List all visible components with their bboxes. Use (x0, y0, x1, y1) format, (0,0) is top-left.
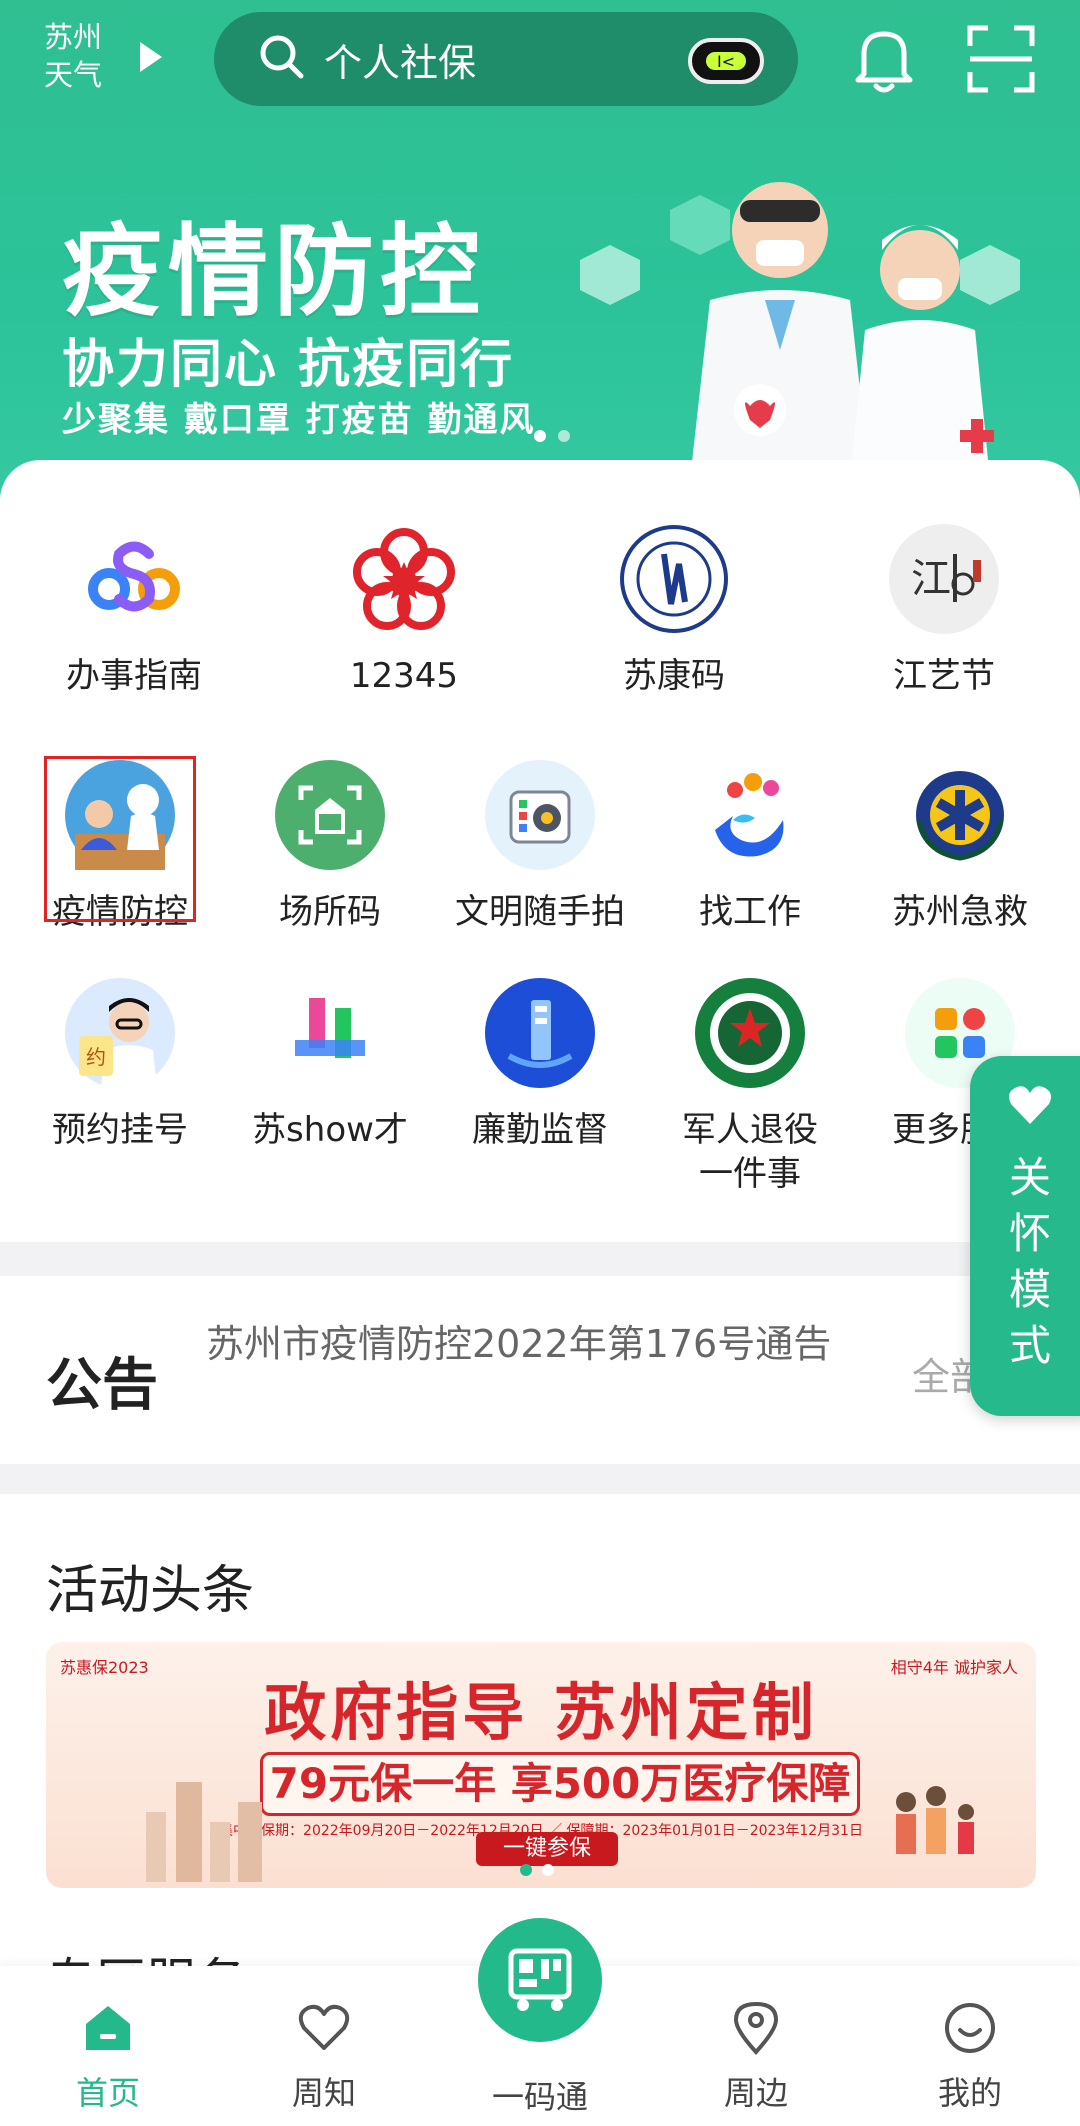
service-appointment[interactable]: 约 预约挂号 (20, 978, 220, 1152)
scan-icon[interactable] (966, 24, 1036, 98)
service-label: 苏州急救 (892, 892, 1028, 932)
tab-home[interactable]: 首页 (38, 2000, 178, 2114)
service-guide[interactable]: 办事指南 (34, 524, 234, 698)
service-label: 办事指南 (66, 656, 202, 696)
service-supervision[interactable]: 廉勤监督 (440, 978, 640, 1152)
qr-bus-icon (508, 1948, 572, 2011)
svg-text:约: 约 (86, 1045, 106, 1069)
service-12345[interactable]: 12345 (304, 524, 504, 698)
city-skyline-icon (146, 1782, 262, 1882)
tab-label: 周知 (291, 2074, 356, 2112)
play-arrow-icon[interactable] (140, 42, 162, 72)
tab-nearby[interactable]: 周边 (686, 2000, 826, 2114)
care-mode-button[interactable]: 关怀模式 (970, 1056, 1080, 1416)
notice-text[interactable]: 苏州市疫情防控2022年第176号通告 (206, 1318, 846, 1370)
one-code-button[interactable] (478, 1918, 602, 2042)
voice-assistant-icon[interactable]: I< (688, 38, 764, 84)
service-label: 文明随手拍 (455, 892, 625, 932)
tab-one-code[interactable]: 一码通 (470, 2072, 610, 2118)
service-label: 预约挂号 (52, 1110, 188, 1150)
veteran-emblem-icon (695, 978, 805, 1088)
weather-label: 天气 (44, 58, 103, 92)
service-label: 找工作 (699, 892, 801, 932)
notification-bell-icon[interactable] (852, 24, 916, 98)
service-veteran[interactable]: 军人退役 一件事 (650, 978, 850, 1196)
service-label: 苏show才 (252, 1110, 408, 1150)
ad-enroll-button[interactable]: 一键参保 (476, 1832, 618, 1866)
ad-pagination (520, 1864, 554, 1876)
service-label: 江艺节 (893, 656, 995, 696)
job-swirl-icon (695, 760, 805, 870)
svg-text:I<: I< (717, 52, 735, 71)
svg-text:江: 江 (911, 556, 951, 602)
weather-city: 苏州 (44, 20, 103, 54)
tab-notices[interactable]: 周知 (254, 2000, 394, 2114)
search-placeholder: 个人社保 (324, 40, 477, 85)
talent-logo-icon (275, 978, 385, 1088)
service-sukangma[interactable]: 苏康码 (574, 524, 774, 698)
selection-highlight (44, 756, 196, 922)
heart-icon (970, 1084, 1080, 1130)
family-illustration-icon (896, 1786, 974, 1854)
red-star-flower-icon (349, 524, 459, 634)
activity-heading: 活动头条 (46, 1561, 255, 1621)
service-label: 12345 (349, 656, 459, 696)
ad-subtitle: 79元保一年 享500万医疗保障 (260, 1752, 860, 1816)
tab-label: 周边 (723, 2074, 788, 2112)
doctor-appointment-icon: 约 (65, 978, 175, 1088)
service-label: 军人退役 一件事 (682, 1110, 818, 1194)
service-venue-code[interactable]: 场所码 (230, 760, 430, 934)
search-bar[interactable]: 个人社保 I< (214, 12, 798, 106)
heart-outline-icon (298, 2004, 350, 2050)
location-pin-icon (733, 2001, 779, 2055)
service-su-show[interactable]: 苏show才 (230, 978, 430, 1152)
health-commission-seal-icon (619, 524, 729, 634)
smiley-icon (945, 2003, 995, 2053)
service-label: 廉勤监督 (472, 1110, 608, 1150)
venue-code-icon (275, 760, 385, 870)
home-icon (86, 2006, 130, 2050)
camera-icon (485, 760, 595, 870)
banner-subtitle: 协力同心 抗疫同行 (62, 335, 515, 395)
weather-widget[interactable]: 苏州 天气 (44, 18, 102, 94)
care-mode-label: 关怀模式 (1008, 1153, 1051, 1370)
banner-slogan: 少聚集 戴口罩 打疫苗 勤通风 (62, 400, 536, 440)
emergency-star-of-life-icon (905, 760, 1015, 870)
art-festival-logo-icon: 江 (889, 524, 999, 634)
service-label: 苏康码 (623, 656, 725, 696)
service-civil-photo[interactable]: 文明随手拍 (440, 760, 640, 934)
tab-label: 我的 (937, 2074, 1002, 2112)
doctors-illustration (560, 180, 1080, 484)
tab-label: 首页 (75, 2074, 140, 2112)
ad-title: 政府指导 苏州定制 (264, 1676, 818, 1749)
service-emergency[interactable]: 苏州急救 (860, 760, 1060, 934)
tab-label: 一码通 (491, 2078, 588, 2116)
supervision-icon (485, 978, 595, 1088)
banner-pagination (534, 430, 570, 442)
service-art-festival[interactable]: 江 江艺节 (844, 524, 1044, 698)
banner-title[interactable]: 疫情防控 (62, 190, 486, 335)
search-icon (258, 33, 306, 85)
notice-heading: 公告 (46, 1353, 158, 1418)
colorful-s-logo-icon (79, 524, 189, 634)
service-find-job[interactable]: 找工作 (650, 760, 850, 934)
insurance-ad-banner[interactable]: 苏惠保2023 相守4年 诚护家人 政府指导 苏州定制 79元保一年 享500万… (46, 1642, 1036, 1888)
service-label: 场所码 (279, 892, 381, 932)
tab-profile[interactable]: 我的 (900, 2000, 1040, 2114)
